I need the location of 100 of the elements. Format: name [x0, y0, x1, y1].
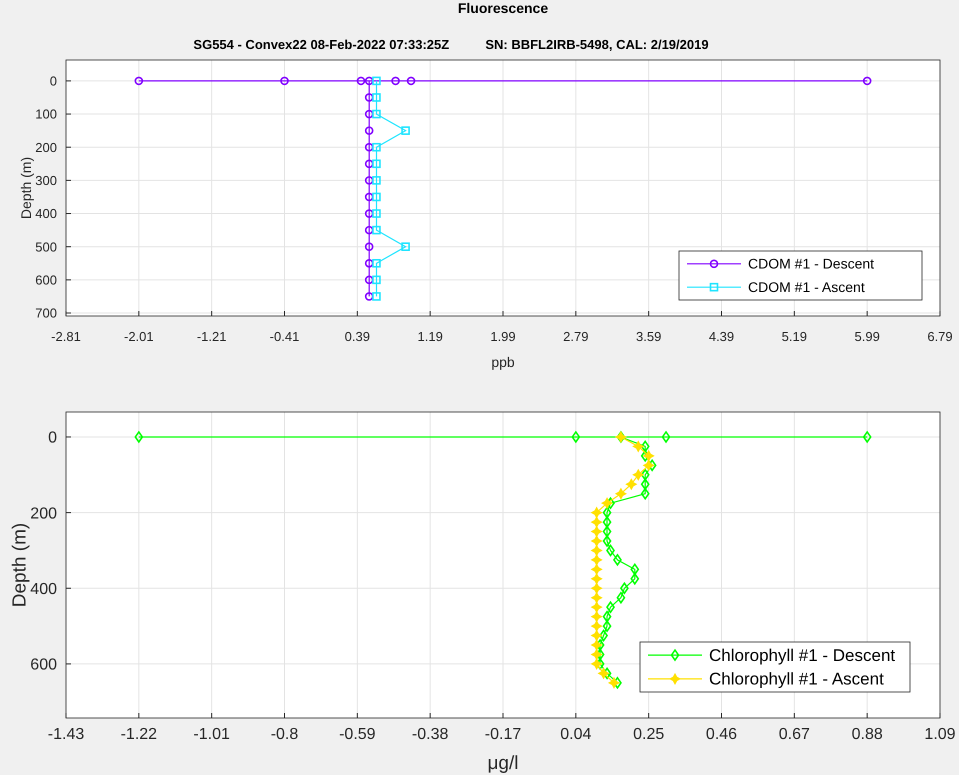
data-point [372, 292, 381, 301]
tick-label: -0.17 [484, 726, 522, 743]
data-point [590, 620, 603, 632]
data-point [640, 468, 650, 482]
tick-label: -1.01 [193, 726, 230, 743]
tick-label: 0.88 [852, 726, 883, 743]
legend-label: Chlorophyll #1 - Descent [709, 646, 896, 665]
data-point [590, 638, 603, 652]
data-point [364, 209, 374, 218]
tick-label: 400 [35, 206, 57, 222]
data-point [372, 276, 381, 284]
tick-label: 300 [35, 173, 57, 188]
data-point [620, 582, 629, 595]
tick-label: 1.19 [418, 329, 443, 344]
tick-label: -2.01 [124, 329, 154, 344]
data-point [590, 525, 603, 538]
data-point [590, 534, 603, 548]
tick-label: -0.38 [412, 726, 448, 743]
data-point [364, 126, 374, 135]
tick-label: 3.59 [636, 329, 662, 344]
data-point [364, 292, 374, 301]
data-point [364, 176, 374, 185]
data-point [372, 258, 381, 268]
data-point [372, 160, 381, 168]
tick-label: 6.79 [927, 329, 953, 344]
tick-label: 0 [50, 74, 57, 89]
data-point [612, 676, 622, 690]
data-point [601, 497, 614, 510]
data-point [606, 496, 615, 510]
data-point [401, 126, 410, 135]
data-point [406, 76, 416, 86]
data-point [596, 648, 605, 661]
data-point [590, 630, 603, 642]
chart-title: SG554 - Convex22 08-Feb-2022 07:33:25Z SN: BBFL2IRB-5498, CAL: 2/19/2019 [193, 37, 709, 52]
tick-label: -2.81 [51, 329, 81, 344]
tick-label: -0.59 [339, 726, 376, 743]
tick-label: 0 [48, 430, 57, 447]
data-point [391, 76, 400, 86]
data-point [596, 638, 605, 652]
data-point [640, 440, 650, 453]
tick-label: 1.09 [924, 726, 956, 743]
data-point [364, 110, 374, 118]
tick-label: 500 [35, 239, 57, 254]
tick-label: 0.46 [706, 726, 738, 743]
data-point [862, 76, 872, 86]
data-point [606, 600, 615, 614]
data-point [134, 430, 144, 444]
data-point [608, 676, 620, 689]
tick-label: 2.79 [563, 329, 588, 344]
legend-label: Chlorophyll #1 - Ascent [709, 670, 884, 689]
data-point [632, 468, 644, 481]
data-point [602, 516, 612, 528]
data-point [364, 242, 374, 251]
data-point [612, 554, 622, 566]
axis-label: Depth (m) [18, 156, 34, 220]
data-point [614, 488, 627, 500]
data-point [372, 226, 381, 234]
data-point [590, 506, 603, 519]
data-point [590, 516, 603, 528]
tick-label: 200 [30, 505, 57, 522]
data-point [590, 592, 603, 604]
data-point [372, 93, 381, 102]
tick-label: -1.22 [120, 726, 158, 743]
tick-label: 200 [35, 140, 57, 155]
data-point [364, 258, 374, 268]
data-point [401, 242, 410, 251]
data-point [602, 525, 612, 538]
data-point [364, 93, 374, 102]
data-point [640, 478, 650, 491]
data-point [598, 667, 610, 680]
tick-label: 0.39 [344, 329, 370, 344]
data-point [640, 487, 650, 500]
data-point [590, 563, 603, 576]
tick-label: 700 [35, 306, 57, 321]
data-point [599, 629, 608, 642]
tick-label: -0.8 [270, 726, 298, 743]
data-point [590, 610, 603, 623]
data-point [372, 176, 381, 185]
axis-label: Depth (m) [10, 522, 30, 608]
data-point [134, 76, 144, 86]
data-point [625, 478, 638, 490]
data-point [590, 544, 603, 556]
legend-label: CDOM #1 - Ascent [748, 278, 865, 295]
data-point [596, 658, 605, 670]
data-point [372, 76, 381, 86]
tick-label: 100 [35, 106, 57, 122]
tick-label: 0.25 [633, 726, 664, 743]
data-point [642, 459, 655, 472]
data-point [372, 110, 381, 118]
tick-label: 5.99 [854, 329, 880, 344]
data-point [590, 572, 603, 585]
tick-label: -0.41 [270, 329, 300, 344]
data-point [606, 544, 615, 557]
data-point [364, 226, 374, 234]
data-point [632, 440, 644, 452]
data-point [648, 458, 657, 472]
tick-label: 0.04 [560, 726, 592, 743]
tick-label: 4.39 [708, 329, 734, 344]
data-point [372, 192, 381, 202]
tick-label: -1.21 [196, 329, 226, 344]
